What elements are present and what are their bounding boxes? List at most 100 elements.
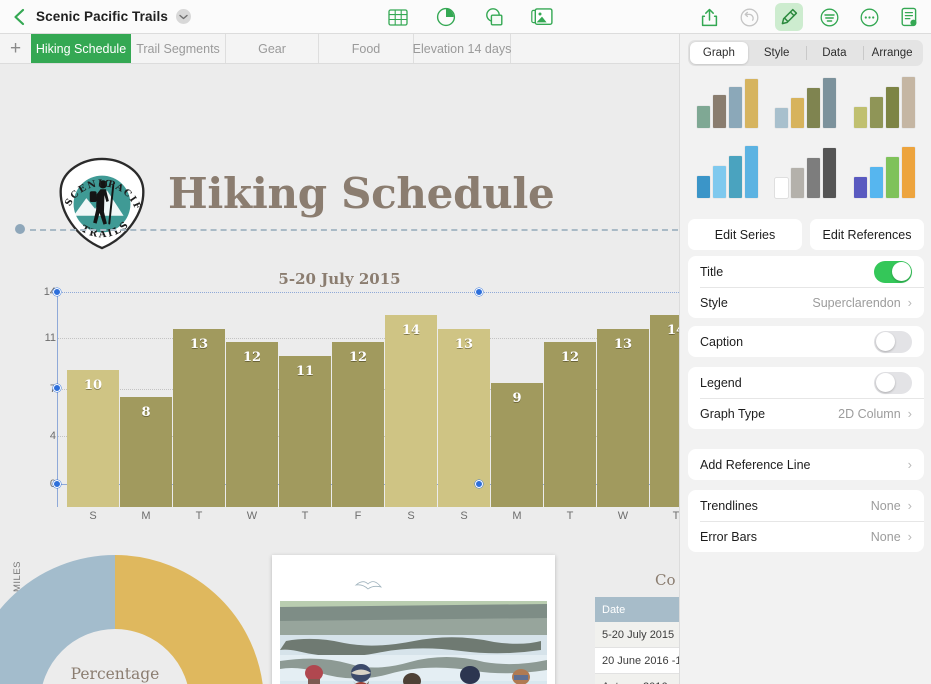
bar-4[interactable]: 11 xyxy=(279,356,331,507)
row-legend-label: Legend xyxy=(700,376,874,390)
undo-icon[interactable] xyxy=(735,3,763,31)
selection-handle-bottom-mid[interactable] xyxy=(475,480,483,488)
bar-6[interactable]: 14 xyxy=(385,315,437,507)
bar-11[interactable]: 14 xyxy=(650,315,679,507)
row-style[interactable]: Style Superclarendon › xyxy=(688,287,924,318)
caption-toggle[interactable] xyxy=(874,331,912,353)
table-icon[interactable] xyxy=(384,3,412,31)
selection-handle-top-left[interactable] xyxy=(53,288,61,296)
back-button[interactable] xyxy=(6,0,32,34)
top-toolbar: Scenic Pacific Trails xyxy=(0,0,931,34)
y-tick-4: 4 xyxy=(28,430,56,442)
row-title-label: Title xyxy=(700,265,874,279)
spreadsheet-canvas[interactable]: SCENIC PACIFIC TRAILS Hiking Schedule 5-… xyxy=(0,64,679,684)
bar-1[interactable]: 8 xyxy=(120,397,172,507)
toggle-knob xyxy=(876,373,895,392)
x-tick-2: T xyxy=(173,510,225,522)
table-row[interactable]: Autumn 2016 xyxy=(595,674,679,684)
document-title[interactable]: Scenic Pacific Trails xyxy=(36,9,168,24)
legend-toggle[interactable] xyxy=(874,372,912,394)
inspector-segmented-control[interactable]: Graph Style Data Arrange xyxy=(688,40,923,66)
scenic-pacific-trails-logo: SCENIC PACIFIC TRAILS xyxy=(53,155,151,253)
row-add-reference-line-label: Add Reference Line xyxy=(700,458,908,472)
more-icon[interactable] xyxy=(855,3,883,31)
row-trendlines-value: None xyxy=(871,499,901,513)
x-tick-0: S xyxy=(67,510,119,522)
y-tick-11: 11 xyxy=(28,332,56,344)
toggle-knob xyxy=(892,262,911,281)
bar-7[interactable]: 13 xyxy=(438,329,490,507)
format-inspector-panel: Graph Style Data Arrange xyxy=(679,34,931,684)
document-icon[interactable] xyxy=(895,3,923,31)
donut-label-line-1: Percentage xyxy=(71,665,160,684)
row-error-bars[interactable]: Error Bars None › xyxy=(688,521,924,552)
chart-style-5[interactable] xyxy=(767,142,846,212)
date-table[interactable]: Date 5-20 July 2015 20 June 2016 -1 Autu… xyxy=(595,597,679,684)
chart-title[interactable]: 5-20 July 2015 xyxy=(0,270,679,288)
selection-handle-top-mid[interactable] xyxy=(475,288,483,296)
shape-icon[interactable] xyxy=(480,3,508,31)
bar-5[interactable]: 12 xyxy=(332,342,384,507)
x-tick-8: M xyxy=(491,510,543,522)
sheet-tab-gear[interactable]: Gear xyxy=(226,34,319,63)
tab-style[interactable]: Style xyxy=(748,42,806,64)
bar-3[interactable]: 12 xyxy=(226,342,278,507)
sheet-tab-elevation-14-days[interactable]: Elevation 14 days xyxy=(414,34,511,63)
row-add-reference-line[interactable]: Add Reference Line › xyxy=(688,449,924,480)
tab-data[interactable]: Data xyxy=(806,42,864,64)
chart-bars[interactable]: 10 8 13 12 11 12 14 13 9 12 13 14 xyxy=(57,292,679,507)
header-divider xyxy=(30,229,678,231)
sheet-tab-trail-segments[interactable]: Trail Segments xyxy=(131,34,226,63)
edit-references-button[interactable]: Edit References xyxy=(810,219,924,250)
bar-2[interactable]: 13 xyxy=(173,329,225,507)
insert-icon[interactable] xyxy=(815,3,843,31)
table-header-date[interactable]: Date xyxy=(595,597,679,622)
selection-handle-bottom-left[interactable] xyxy=(53,480,61,488)
add-sheet-button[interactable]: + xyxy=(0,34,31,63)
reference-line-group: Add Reference Line › xyxy=(688,449,924,480)
percentage-donut-chart[interactable]: Percentage of Trail Completed xyxy=(0,554,265,684)
bar-chart[interactable]: MILES 14 11 7 4 0 10 8 13 xyxy=(0,292,679,507)
hikers-on-coast-photo xyxy=(280,563,547,684)
edit-series-button[interactable]: Edit Series xyxy=(688,219,802,250)
chart-icon[interactable] xyxy=(432,3,460,31)
chart-plot-area[interactable]: 10 8 13 12 11 12 14 13 9 12 13 14 xyxy=(57,292,679,507)
row-legend[interactable]: Legend xyxy=(688,367,924,398)
row-error-bars-value: None xyxy=(871,530,901,544)
bar-9[interactable]: 12 xyxy=(544,342,596,507)
header-selection-handle[interactable] xyxy=(15,224,25,234)
selection-handle-mid-left[interactable] xyxy=(53,384,61,392)
x-tick-11: T xyxy=(650,510,679,522)
media-icon[interactable] xyxy=(528,3,556,31)
table-row[interactable]: 5-20 July 2015 xyxy=(595,622,679,648)
bar-0[interactable]: 10 xyxy=(67,370,119,507)
row-graph-type[interactable]: Graph Type 2D Column › xyxy=(688,398,924,429)
chart-style-4[interactable] xyxy=(688,142,767,212)
share-icon[interactable] xyxy=(695,3,723,31)
chart-style-3[interactable] xyxy=(845,72,924,142)
title-toggle[interactable] xyxy=(874,261,912,283)
table-row[interactable]: 20 June 2016 -1 xyxy=(595,648,679,674)
row-caption[interactable]: Caption xyxy=(688,326,924,357)
sheet-tab-hiking-schedule[interactable]: Hiking Schedule xyxy=(31,34,131,63)
inspector-button-row: Edit Series Edit References xyxy=(688,219,924,250)
row-trendlines[interactable]: Trendlines None › xyxy=(688,490,924,521)
chevron-right-icon: › xyxy=(908,530,912,543)
tab-graph[interactable]: Graph xyxy=(690,42,748,64)
chart-style-6[interactable] xyxy=(845,142,924,212)
tab-arrange[interactable]: Arrange xyxy=(863,42,921,64)
y-tick-7: 7 xyxy=(28,383,56,395)
hikers-photo-frame[interactable] xyxy=(272,555,555,684)
numbers-app-window: Scenic Pacific Trails xyxy=(0,0,931,684)
chevron-down-icon[interactable] xyxy=(176,9,191,24)
chart-style-2[interactable] xyxy=(767,72,846,142)
row-title[interactable]: Title xyxy=(688,256,924,287)
sheet-tab-food[interactable]: Food xyxy=(319,34,414,63)
bar-10[interactable]: 13 xyxy=(597,329,649,507)
chart-style-1[interactable] xyxy=(688,72,767,142)
table-title: Co xyxy=(655,571,676,589)
x-tick-3: W xyxy=(226,510,278,522)
bar-8[interactable]: 9 xyxy=(491,383,543,507)
format-brush-icon[interactable] xyxy=(775,3,803,31)
page-title[interactable]: Hiking Schedule xyxy=(168,169,554,218)
